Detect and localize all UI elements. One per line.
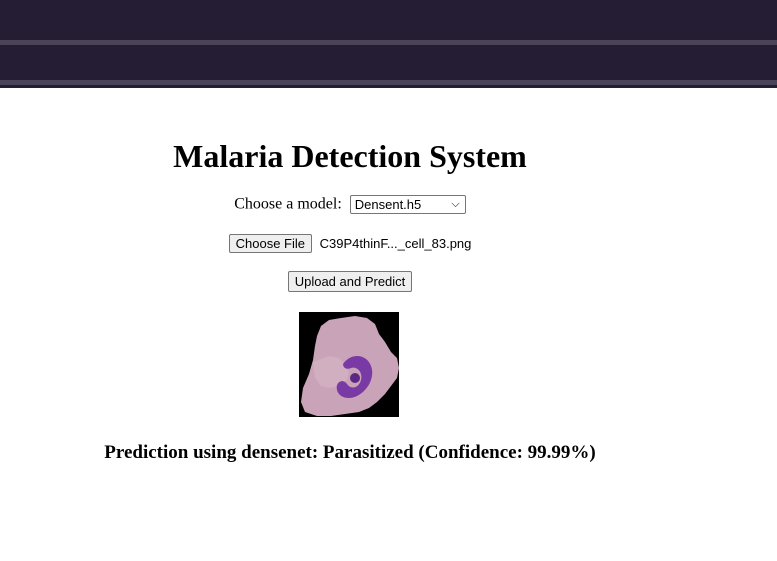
cell-image — [299, 312, 399, 417]
file-row: Choose File C39P4thinF..._cell_83.png — [0, 233, 700, 254]
upload-row: Upload and Predict — [0, 271, 700, 292]
choose-file-button[interactable]: Choose File — [228, 234, 312, 254]
top-bar — [0, 0, 777, 88]
top-bar-stripe — [0, 40, 777, 45]
cell-image-graphic — [299, 312, 399, 417]
prediction-result: Prediction using densenet: Parasitized (… — [104, 442, 596, 463]
parasite-core — [350, 373, 360, 383]
model-select[interactable]: Densent.h5 ⌵ — [349, 194, 466, 214]
page-title: Malaria Detection System — [173, 138, 527, 174]
model-select-value: Densent.h5 — [354, 196, 422, 212]
model-label: Choose a model: — [234, 195, 342, 213]
upload-and-predict-button[interactable]: Upload and Predict — [287, 271, 413, 292]
chevron-down-icon: ⌵ — [451, 197, 460, 210]
selected-file-name: C39P4thinF..._cell_83.png — [319, 236, 472, 252]
model-row: Choose a model: Densent.h5 ⌵ — [0, 194, 700, 214]
top-bar-stripe — [0, 80, 777, 85]
